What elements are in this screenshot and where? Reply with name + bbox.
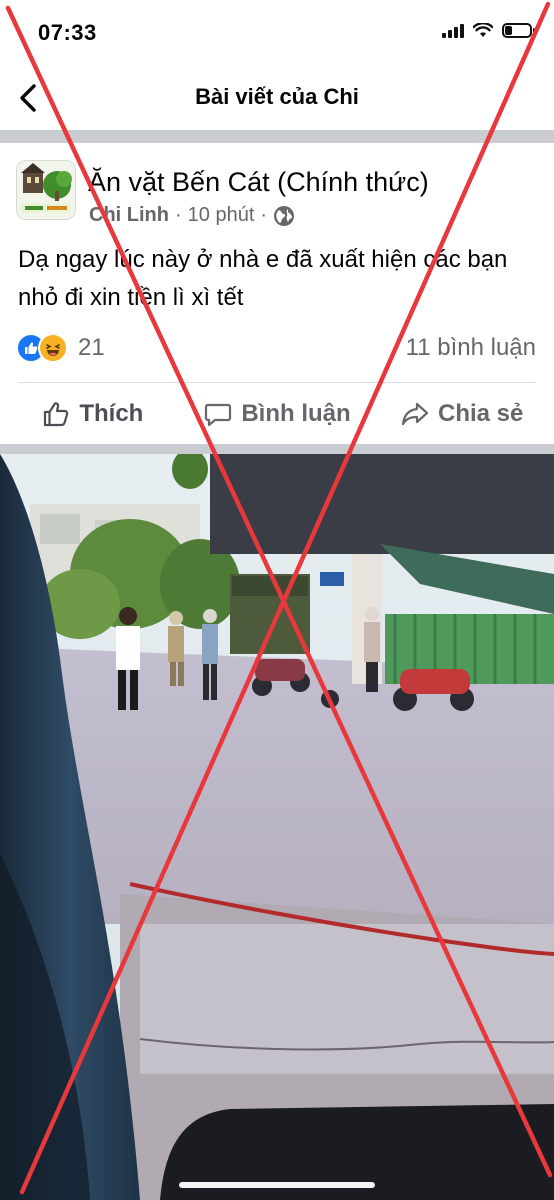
- like-button[interactable]: Thích: [0, 388, 185, 440]
- comment-bubble-icon: [205, 403, 232, 427]
- wifi-icon: [473, 22, 493, 37]
- like-label: Thích: [79, 400, 144, 427]
- globe-icon: [274, 205, 295, 226]
- share-label: Chia sẻ: [437, 400, 524, 427]
- battery-icon: [502, 22, 535, 38]
- post-meta: Chi Linh · 10 phút ·: [89, 204, 295, 227]
- thumbs-up-icon: [44, 402, 69, 427]
- home-indicator: [179, 1182, 375, 1188]
- meta-separator: ·: [174, 204, 182, 226]
- reactions-summary[interactable]: 21: [16, 333, 105, 363]
- nav-bar: Bài viết của Chi: [0, 66, 554, 128]
- status-time: 07:33: [38, 20, 97, 45]
- post-time[interactable]: 10 phút: [188, 204, 255, 227]
- share-arrow-icon: [401, 402, 429, 426]
- post-actions: Thích Bình luận Chia sẻ: [0, 388, 554, 440]
- status-icons: [442, 22, 535, 38]
- page-name[interactable]: Ăn vặt Bến Cát (Chính thức): [88, 167, 429, 198]
- actions-divider: [18, 382, 536, 383]
- reaction-count: 21: [78, 334, 105, 361]
- status-bar: 07:33: [0, 0, 554, 60]
- post-photo[interactable]: [0, 454, 554, 1200]
- share-button[interactable]: Chia sẻ: [369, 388, 554, 440]
- post-header: Ăn vặt Bến Cát (Chính thức) Chi Linh · 1…: [0, 143, 554, 243]
- section-divider: [0, 130, 554, 143]
- post-author[interactable]: Chi Linh: [89, 204, 169, 227]
- post-text: Dạ ngay lúc này ở nhà e đã xuất hiện các…: [18, 246, 508, 311]
- section-divider: [0, 444, 554, 454]
- page-avatar[interactable]: [16, 160, 76, 220]
- page-title: Bài viết của Chi: [195, 84, 359, 109]
- meta-separator: ·: [260, 204, 268, 226]
- comment-count[interactable]: 11 bình luận: [406, 334, 536, 362]
- haha-reaction-icon: [38, 333, 68, 363]
- comment-label: Bình luận: [241, 400, 351, 427]
- cellular-signal-icon: [442, 22, 464, 38]
- comment-button[interactable]: Bình luận: [185, 388, 370, 440]
